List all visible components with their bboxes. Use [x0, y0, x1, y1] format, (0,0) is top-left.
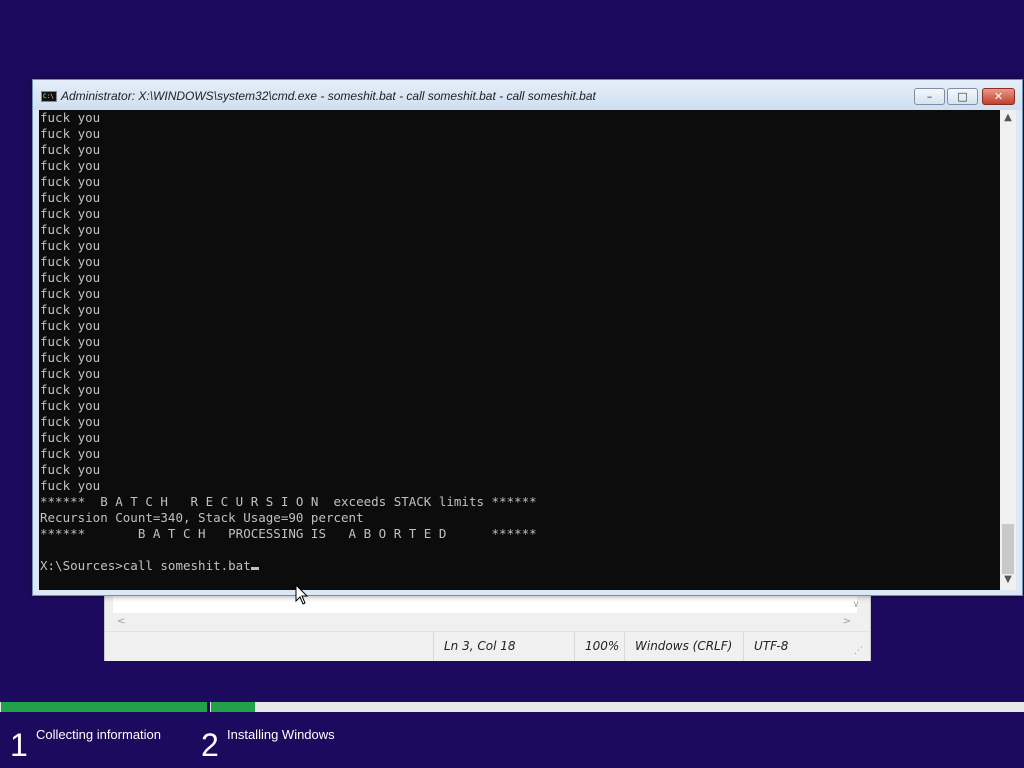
console-line: fuck you	[40, 142, 101, 157]
console-line: fuck you	[40, 254, 101, 269]
console-prompt: X:\Sources>call someshit.bat	[40, 558, 251, 573]
scroll-thumb[interactable]	[1002, 524, 1014, 574]
console-line: fuck you	[40, 126, 101, 141]
console-line: fuck you	[40, 446, 101, 461]
console-lines: fuck you fuck you fuck you fuck you fuck you…	[39, 110, 1000, 558]
notepad-text-area[interactable]	[113, 595, 857, 614]
console-line: fuck you	[40, 286, 101, 301]
console-line: Recursion Count=340, Stack Usage=90 perc…	[40, 510, 364, 525]
console-line: fuck you	[40, 382, 101, 397]
console-line: fuck you	[40, 350, 101, 365]
mouse-pointer-icon	[295, 584, 309, 605]
console-line: fuck you	[40, 174, 101, 189]
console-line: fuck you	[40, 238, 101, 253]
console-line: fuck you	[40, 366, 101, 381]
console-line: fuck you	[40, 478, 101, 493]
console-line: fuck you	[40, 334, 101, 349]
notepad-status-bar: Ln 3, Col 18 100% Windows (CRLF) UTF-8	[105, 631, 870, 661]
scroll-down-icon[interactable]: ▼	[1000, 574, 1016, 588]
console-line: fuck you	[40, 462, 101, 477]
step-label: Installing Windows	[227, 727, 335, 742]
status-zoom: 100%	[574, 632, 624, 661]
maximize-button[interactable]: □	[947, 88, 978, 105]
minimize-button[interactable]: –	[914, 88, 945, 105]
console-line: ****** B A T C H R E C U R S I O N excee…	[40, 494, 537, 509]
scroll-up-icon[interactable]: ▲	[1000, 112, 1016, 126]
console-line: fuck you	[40, 110, 101, 125]
console-line: fuck you	[40, 158, 101, 173]
scroll-left-icon[interactable]: <	[117, 616, 125, 627]
notepad-horizontal-scrollbar[interactable]: < >	[113, 613, 857, 631]
status-encoding: UTF-8	[743, 632, 863, 661]
console-line: ****** B A T C H PROCESSING IS A B O R T…	[40, 526, 537, 541]
step-label: Collecting information	[36, 727, 162, 742]
setup-progress-step1	[1, 702, 207, 712]
close-button[interactable]: ✕	[982, 88, 1015, 105]
step-number: 2	[201, 727, 219, 763]
cmd-title: Administrator: X:\WINDOWS\system32\cmd.e…	[61, 89, 596, 103]
text-cursor	[250, 567, 259, 570]
console-line: fuck you	[40, 398, 101, 413]
scroll-right-icon[interactable]: >	[843, 616, 851, 627]
status-line-ending: Windows (CRLF)	[624, 632, 743, 661]
step-number: 1	[10, 727, 28, 763]
console-line: fuck you	[40, 430, 101, 445]
console-line: fuck you	[40, 222, 101, 237]
console-line: fuck you	[40, 302, 101, 317]
cmd-vertical-scrollbar[interactable]: ▲ ▼	[1000, 110, 1016, 590]
resize-grip-icon[interactable]: ⋰	[854, 646, 864, 656]
status-position: Ln 3, Col 18	[433, 632, 574, 661]
notepad-window: ∨ < > Ln 3, Col 18 100% Windows (CRLF) U…	[104, 594, 871, 661]
setup-progress-step2	[211, 702, 255, 712]
console-line: fuck you	[40, 318, 101, 333]
console-line: fuck you	[40, 414, 101, 429]
notepad-scroll-down-icon[interactable]: ∨	[850, 599, 862, 611]
console-line: fuck you	[40, 206, 101, 221]
cmd-icon: C:\	[41, 91, 57, 102]
console-output[interactable]: fuck you fuck you fuck you fuck you fuck you…	[39, 110, 1000, 590]
console-line: fuck you	[40, 190, 101, 205]
cmd-window: C:\ Administrator: X:\WINDOWS\system32\c…	[32, 79, 1023, 596]
cmd-titlebar[interactable]: C:\ Administrator: X:\WINDOWS\system32\c…	[33, 80, 1022, 110]
console-line: fuck you	[40, 270, 101, 285]
console-prompt-line: X:\Sources>call someshit.bat	[39, 558, 1000, 574]
